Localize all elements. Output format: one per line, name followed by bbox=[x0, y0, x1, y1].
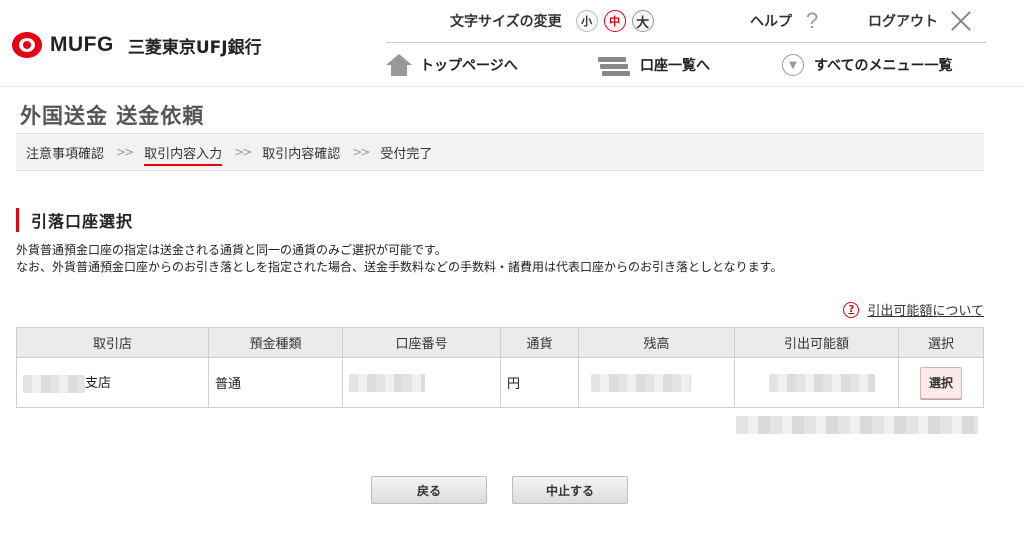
withdrawable-amount-link[interactable]: ? 引出可能額について bbox=[843, 300, 984, 319]
chevron-down-icon: ▼ bbox=[782, 54, 804, 76]
global-nav: トップページへ 口座一覧へ ▼ すべてのメニュー一覧 bbox=[386, 50, 986, 80]
masked-withdrawable bbox=[769, 373, 875, 392]
step-complete: 受付完了 bbox=[380, 146, 433, 162]
masked-balance bbox=[591, 373, 691, 392]
progress-steps: 注意事項確認 >> 取引内容入力 >> 取引内容確認 >> 受付完了 bbox=[16, 133, 984, 171]
cell-account-number bbox=[342, 357, 501, 408]
font-size-control: 文字サイズの変更 小 中 大 bbox=[450, 8, 660, 34]
page-title: 外国送金 送金依頼 bbox=[20, 104, 205, 128]
header: MUFG 三菱東京UFJ銀行 文字サイズの変更 小 中 大 ヘルプ ? ログアウ… bbox=[0, 0, 1024, 86]
step-separator-icon: >> bbox=[234, 145, 252, 159]
font-size-medium-button[interactable]: 中 bbox=[603, 10, 626, 32]
logout-label: ログアウト bbox=[868, 14, 938, 30]
help-link[interactable]: ヘルプ ? bbox=[750, 8, 818, 34]
withdrawable-amount-link-label: 引出可能額について bbox=[867, 304, 984, 319]
column-header-select: 選択 bbox=[898, 327, 984, 358]
logo-text: MUFG bbox=[50, 33, 114, 56]
step-separator-icon: >> bbox=[352, 145, 370, 159]
column-header-balance: 残高 bbox=[578, 327, 735, 358]
cell-currency: 円 bbox=[500, 357, 579, 408]
masked-account-number bbox=[349, 373, 425, 392]
back-button[interactable]: 戻る bbox=[371, 476, 487, 504]
section-description: 外貨普通預金口座の指定は送金される通貨と同一の通貨のみご選択が可能です。 なお、… bbox=[16, 242, 782, 276]
font-size-large-button[interactable]: 大 bbox=[631, 10, 654, 32]
font-size-label: 文字サイズの変更 bbox=[450, 14, 562, 30]
help-label: ヘルプ bbox=[750, 14, 792, 30]
masked-note bbox=[736, 416, 978, 434]
home-icon bbox=[386, 54, 412, 76]
step-confirm: 取引内容確認 bbox=[262, 146, 341, 162]
cell-branch: 支店 bbox=[16, 357, 209, 408]
column-header-branch: 取引店 bbox=[16, 327, 209, 358]
masked-branch-name bbox=[23, 374, 85, 393]
nav-all-menu[interactable]: ▼ すべてのメニュー一覧 bbox=[782, 54, 952, 76]
table-header-row: 取引店 預金種類 口座番号 通貨 残高 引出可能額 選択 bbox=[16, 327, 984, 358]
column-header-deposit-type: 預金種類 bbox=[208, 327, 343, 358]
bank-name: 三菱東京UFJ銀行 bbox=[127, 37, 262, 58]
mufg-logo-icon bbox=[12, 32, 44, 58]
column-header-currency: 通貨 bbox=[500, 327, 579, 358]
account-table: 取引店 預金種類 口座番号 通貨 残高 引出可能額 選択 支店 普通 円 選択 bbox=[16, 327, 984, 408]
description-line: なお、外貨普通預金口座からのお引き落としを指定された場合、送金手数料などの手数料… bbox=[16, 260, 783, 274]
account-list-icon bbox=[596, 54, 632, 76]
description-line: 外貨普通預金口座の指定は送金される通貨と同一の通貨のみご選択が可能です。 bbox=[16, 243, 447, 257]
branch-suffix: 支店 bbox=[85, 376, 112, 392]
font-size-small-button[interactable]: 小 bbox=[575, 10, 598, 32]
table-row[interactable]: 支店 普通 円 選択 bbox=[16, 357, 984, 408]
nav-top-page[interactable]: トップページへ bbox=[386, 54, 596, 76]
section-title: 引落口座選択 bbox=[16, 208, 133, 232]
cancel-button[interactable]: 中止する bbox=[512, 476, 628, 504]
step-input: 取引内容入力 bbox=[144, 143, 223, 166]
select-account-button[interactable]: 選択 bbox=[920, 366, 962, 399]
logout-link[interactable]: ログアウト bbox=[868, 8, 972, 34]
cell-deposit-type: 普通 bbox=[208, 357, 343, 408]
nav-accounts[interactable]: 口座一覧へ bbox=[596, 54, 782, 76]
nav-accounts-label: 口座一覧へ bbox=[640, 58, 710, 74]
column-header-withdrawable: 引出可能額 bbox=[734, 327, 899, 358]
step-separator-icon: >> bbox=[116, 145, 134, 159]
cell-select: 選択 bbox=[898, 357, 984, 408]
nav-menu-label: すべてのメニュー一覧 bbox=[814, 58, 953, 74]
question-icon: ? bbox=[806, 8, 819, 33]
column-header-account-number: 口座番号 bbox=[342, 327, 501, 358]
step-notice: 注意事項確認 bbox=[26, 146, 105, 162]
header-divider bbox=[0, 86, 1024, 87]
close-icon bbox=[950, 10, 972, 32]
nav-top-label: トップページへ bbox=[420, 58, 518, 74]
cell-balance bbox=[578, 357, 735, 408]
nav-divider bbox=[386, 42, 986, 43]
mufg-logo[interactable]: MUFG 三菱東京UFJ銀行 bbox=[12, 32, 262, 58]
question-circle-icon: ? bbox=[843, 301, 860, 318]
cell-withdrawable bbox=[734, 357, 899, 408]
